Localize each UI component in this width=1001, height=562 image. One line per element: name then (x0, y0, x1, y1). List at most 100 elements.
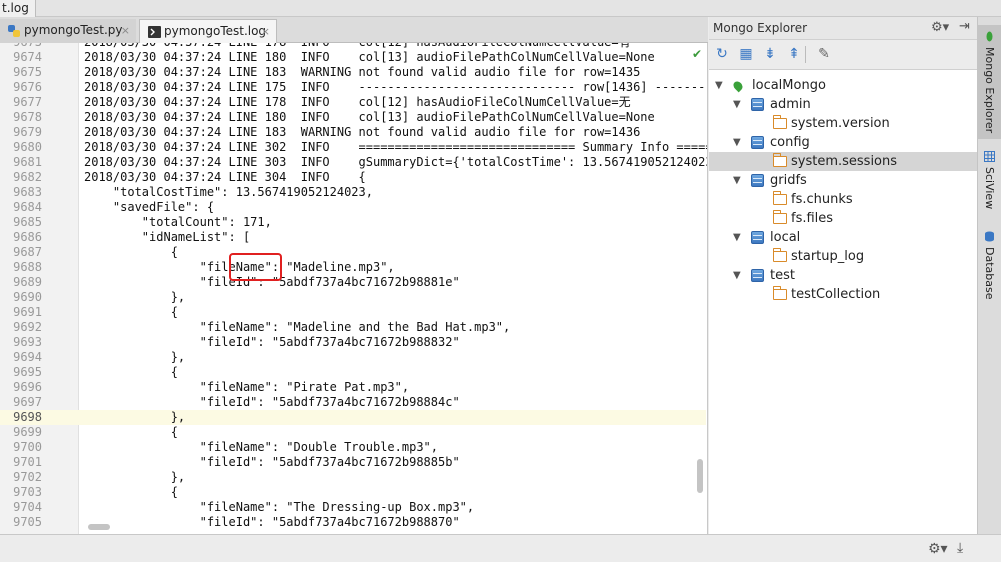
gear-icon[interactable]: ⚙▾ (928, 541, 948, 557)
collapse-all-icon[interactable]: ⇞ (785, 45, 803, 63)
editor-line[interactable]: 9689 "fileId": "5abdf737a4bc71672b98881e… (0, 275, 706, 290)
line-number: 9676 (13, 80, 42, 94)
editor-line[interactable]: 9696 "fileName": "Pirate Pat.mp3", (0, 380, 706, 395)
line-number: 9678 (13, 110, 42, 124)
editor-line[interactable]: 9685 "totalCount": 171, (0, 215, 706, 230)
tree-node-db[interactable]: ▼ config (709, 133, 977, 152)
tree-node-collection[interactable]: system.sessions (709, 152, 977, 171)
editor-line[interactable]: 9684 "savedFile": { (0, 200, 706, 215)
hide-panel-icon[interactable]: ⇥ (959, 19, 970, 34)
query-icon[interactable]: ▦ (737, 45, 755, 63)
breadcrumb[interactable]: t.log (0, 0, 36, 17)
horizontal-scrollbar[interactable] (88, 524, 110, 530)
editor-line[interactable]: 9703 { (0, 485, 706, 500)
line-number: 9700 (13, 440, 42, 454)
database-icon (751, 174, 764, 187)
editor-line[interactable]: 9701 "fileId": "5abdf737a4bc71672b98885b… (0, 455, 706, 470)
expand-arrow-icon[interactable]: ▼ (733, 266, 745, 285)
line-code: { (84, 245, 178, 259)
editor-line[interactable]: 9687 { (0, 245, 706, 260)
line-number: 9691 (13, 305, 42, 319)
editor-line[interactable]: 9694 }, (0, 350, 706, 365)
close-icon[interactable]: × (261, 20, 270, 43)
tree-node-label: gridfs (770, 173, 807, 188)
log-editor[interactable]: 9673 2018/03/30 04:37:24 LINE 178 INFO co… (0, 43, 708, 534)
editor-line[interactable]: 9702 }, (0, 470, 706, 485)
editor-lines: 9673 2018/03/30 04:37:24 LINE 178 INFO co… (0, 43, 708, 530)
tree-node-label: local (770, 230, 801, 245)
tree-node-label: fs.chunks (791, 192, 853, 207)
editor-line[interactable]: 9686 "idNameList": [ (0, 230, 706, 245)
editor-line[interactable]: 9675 2018/03/30 04:37:24 LINE 183 WARNING… (0, 65, 706, 80)
line-number: 9690 (13, 290, 42, 304)
editor-line[interactable]: 9690 }, (0, 290, 706, 305)
refresh-icon[interactable]: ↻ (713, 45, 731, 63)
editor-line[interactable]: 9704 "fileName": "The Dressing-up Box.mp… (0, 500, 706, 515)
download-hide-icon[interactable]: ⤓ (957, 540, 963, 556)
line-number: 9677 (13, 95, 42, 109)
editor-line[interactable]: 9676 2018/03/30 04:37:24 LINE 175 INFO --… (0, 80, 707, 95)
tree-node-db[interactable]: ▼ test (709, 266, 977, 285)
editor-line[interactable]: 9673 2018/03/30 04:37:24 LINE 178 INFO co… (0, 43, 706, 50)
sidebar-tab-database[interactable]: Database (978, 227, 1001, 317)
line-number: 9697 (13, 395, 42, 409)
line-code: "fileName": "Double Trouble.mp3", (84, 440, 439, 454)
database-icon (751, 136, 764, 149)
editor-line[interactable]: 9697 "fileId": "5abdf737a4bc71672b98884c… (0, 395, 706, 410)
line-number: 9675 (13, 65, 42, 79)
database-tree: ▼ localMongo ▼ admin system.version ▼ config sy… (709, 70, 977, 534)
editor-line[interactable]: 9680 2018/03/30 04:37:24 LINE 302 INFO ==… (0, 140, 707, 155)
expand-arrow-icon[interactable]: ▼ (733, 228, 745, 247)
tree-node-collection[interactable]: testCollection (709, 285, 977, 304)
line-code: "fileName": "Pirate Pat.mp3", (84, 380, 410, 394)
tree-node-collection[interactable]: system.version (709, 114, 977, 133)
editor-line[interactable]: 9677 2018/03/30 04:37:24 LINE 178 INFO co… (0, 95, 706, 110)
tree-node-collection[interactable]: startup_log (709, 247, 977, 266)
editor-line[interactable]: 9693 "fileId": "5abdf737a4bc71672b988832… (0, 335, 706, 350)
tab-pymongotest-py[interactable]: pymongoTest.py × (0, 19, 136, 43)
line-number: 9681 (13, 155, 42, 169)
editor-line[interactable]: 9688 "fileName": "Madeline.mp3", (0, 260, 706, 275)
close-icon[interactable]: × (121, 19, 130, 42)
line-code: "fileId": "5abdf737a4bc71672b988832" (84, 335, 460, 349)
editor-line[interactable]: 9678 2018/03/30 04:37:24 LINE 180 INFO co… (0, 110, 706, 125)
line-code: "totalCount": 171, (84, 215, 272, 229)
editor-line[interactable]: 9700 "fileName": "Double Trouble.mp3", (0, 440, 706, 455)
editor-line[interactable]: 9683 "totalCostTime": 13.567419052124023… (0, 185, 706, 200)
editor-line[interactable]: 9691 { (0, 305, 706, 320)
tree-node-db[interactable]: ▼ admin (709, 95, 977, 114)
sidebar-tab-mongo-explorer[interactable]: Mongo Explorer (978, 25, 1001, 139)
expand-arrow-icon[interactable]: ▼ (733, 133, 745, 152)
line-number: 9674 (13, 50, 42, 64)
editor-line[interactable]: 9679 2018/03/30 04:37:24 LINE 183 WARNING… (0, 125, 706, 140)
database-icon (985, 231, 994, 242)
line-code: 2018/03/30 04:37:24 LINE 303 INFO gSumma… (84, 155, 708, 169)
database-icon (751, 269, 764, 282)
editor-line[interactable]: 9699 { (0, 425, 706, 440)
editor-line[interactable]: 9681 2018/03/30 04:37:24 LINE 303 INFO gS… (0, 155, 708, 170)
tree-node-collection[interactable]: fs.chunks (709, 190, 977, 209)
sidebar-tab-label: SciView (983, 167, 996, 210)
line-code: "fileId": "5abdf737a4bc71672b98885b" (84, 455, 460, 469)
panel-toolbar: ↻ ▦ ⇟ ⇞ ✎ (709, 40, 977, 70)
expand-arrow-icon[interactable]: ▼ (733, 95, 745, 114)
current-editor-line[interactable]: 9698 }, (0, 410, 706, 425)
settings-wrench-icon[interactable]: ✎ (815, 45, 833, 63)
tree-node-db[interactable]: ▼ local (709, 228, 977, 247)
line-number: 9695 (13, 365, 42, 379)
expand-arrow-icon[interactable]: ▼ (733, 171, 745, 190)
tree-node-db[interactable]: ▼ gridfs (709, 171, 977, 190)
tree-node-collection[interactable]: fs.files (709, 209, 977, 228)
editor-line[interactable]: 9692 "fileName": "Madeline and the Bad H… (0, 320, 706, 335)
editor-line[interactable]: 9682 2018/03/30 04:37:24 LINE 304 INFO { (0, 170, 706, 185)
sidebar-tab-sciview[interactable]: SciView (978, 147, 1001, 227)
expand-arrow-icon[interactable]: ▼ (715, 76, 727, 95)
tab-pymongotest-log[interactable]: pymongoTest.log × (139, 19, 277, 43)
editor-line[interactable]: 9695 { (0, 365, 706, 380)
line-code: { (84, 425, 178, 439)
expand-all-icon[interactable]: ⇟ (761, 45, 779, 63)
gear-icon[interactable]: ⚙▾ (931, 20, 949, 35)
editor-line[interactable]: 9674 2018/03/30 04:37:24 LINE 180 INFO co… (0, 50, 706, 65)
vertical-scrollbar[interactable] (697, 459, 703, 493)
tree-node-server[interactable]: ▼ localMongo (709, 76, 977, 95)
